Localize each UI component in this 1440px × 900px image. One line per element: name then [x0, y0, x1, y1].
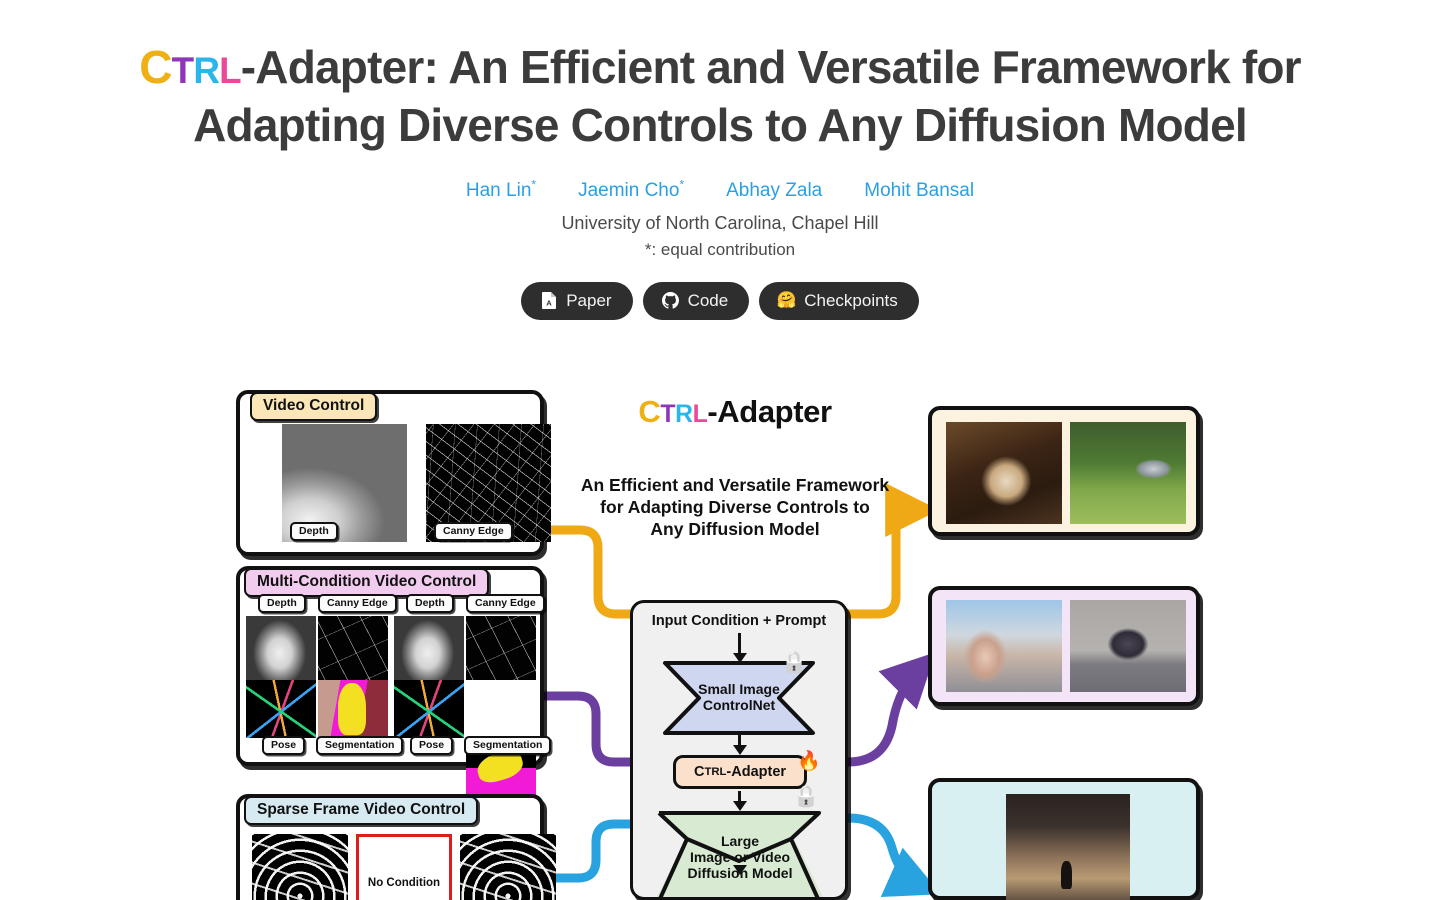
paper-button-label: Paper	[566, 291, 612, 311]
output-image-beach	[946, 600, 1062, 692]
output-image-cat	[946, 422, 1062, 524]
output-image-truck	[1070, 422, 1186, 524]
caption-multi-condition-video-control: Multi-Condition Video Control	[244, 568, 490, 597]
pdf-file-icon: A	[540, 291, 557, 310]
mc-g2-label-canny: Canny Edge	[466, 594, 545, 613]
github-icon	[661, 291, 679, 310]
output-panel-video-control	[928, 406, 1200, 536]
checkpoints-button[interactable]: 🤗 Checkpoints	[759, 282, 919, 321]
mc-g2-label-pose: Pose	[410, 736, 454, 755]
hugging-face-icon: 🤗	[776, 291, 797, 309]
label-depth: Depth	[290, 522, 338, 541]
pipeline-arrow-3	[733, 801, 747, 811]
tagline-line-3: Any Diffusion Model	[650, 519, 820, 539]
controlnet-label-line2: ControlNet	[702, 697, 776, 713]
lock-icon-controlnet: 🔒	[781, 651, 808, 674]
teaser-logo: CTRL-Adapter	[545, 394, 925, 430]
svg-text:A: A	[546, 299, 552, 308]
code-button-label: Code	[687, 291, 729, 311]
tagline-line-1: An Efficient and Versatile Framework	[580, 475, 890, 495]
adapter-label-trl: TRL	[704, 766, 727, 778]
output-image-wall	[1070, 600, 1186, 692]
mc-g2-label-segmentation: Segmentation	[464, 736, 552, 755]
link-button-row: A Paper Code 🤗 Checkpoints	[0, 282, 1440, 321]
teaser-logo-r: R	[675, 401, 693, 428]
pipeline-container: Input Condition + Prompt Small Image Con…	[630, 600, 848, 900]
pipeline-arrow-4	[733, 865, 747, 875]
mc-g1-pose-image	[246, 680, 316, 738]
mc-g1-label-segmentation: Segmentation	[316, 736, 404, 755]
controlnet-label-line1: Small Image	[698, 681, 780, 697]
no-condition-placeholder: No Condition	[356, 834, 452, 900]
panel-multi-condition-video-control: Depth Canny Edge Pose Segmentation Depth…	[236, 566, 552, 796]
paper-button[interactable]: A Paper	[521, 282, 633, 321]
equal-contribution-note: *: equal contribution	[644, 240, 796, 260]
logo-letter-t: T	[171, 50, 194, 91]
pipeline-arrow-2	[733, 745, 747, 755]
mc-g2-depth-image	[394, 616, 464, 680]
page-title: CTRL-Adapter: An Efficient and Versatile…	[130, 40, 1310, 152]
mc-g1-segmentation-image	[318, 680, 388, 738]
author-han-lin[interactable]: Han Lin*	[466, 178, 536, 201]
author-mohit-bansal[interactable]: Mohit Bansal	[864, 180, 974, 201]
mc-g2-label-depth: Depth	[406, 594, 454, 613]
title-line-1: -Adapter: An Efficient and Versatile Fra…	[240, 41, 1231, 93]
no-condition-label: No Condition	[367, 877, 441, 890]
code-button[interactable]: Code	[642, 282, 750, 321]
page-root: CTRL-Adapter: An Efficient and Versatile…	[0, 0, 1440, 900]
logo-letter-l: L	[219, 50, 241, 91]
output-image-museum-corridor	[1006, 794, 1130, 900]
teaser-logo-l: L	[692, 401, 708, 428]
diffusion-label-line1: Large	[720, 833, 760, 849]
output-panel-sparse-frame	[928, 778, 1200, 900]
mc-g1-label-canny: Canny Edge	[318, 594, 397, 613]
caption-video-control: Video Control	[250, 392, 378, 421]
teaser-logo-rest: -Adapter	[707, 394, 832, 429]
sparse-frame-image-1	[252, 834, 348, 900]
fire-icon-adapter: 🔥	[797, 751, 821, 772]
checkpoints-button-label: Checkpoints	[804, 291, 898, 311]
tagline-line-2: for Adapting Diverse Controls to	[600, 497, 870, 517]
pipeline-input-label: Input Condition + Prompt	[651, 613, 827, 629]
mc-g1-depth-image	[246, 616, 316, 680]
author-abhay-zala[interactable]: Abhay Zala	[726, 180, 822, 201]
adapter-label-rest: -Adapter	[726, 764, 787, 780]
adapter-label-c: C	[693, 764, 705, 780]
caption-sparse-frame-video-control: Sparse Frame Video Control	[244, 796, 479, 825]
logo-letter-c: C	[139, 41, 172, 93]
mc-g1-label-depth: Depth	[258, 594, 306, 613]
mc-g1-label-pose: Pose	[262, 736, 306, 755]
ctrl-adapter-block: C TRL -Adapter	[673, 755, 807, 789]
mc-g2-pose-image	[394, 680, 464, 738]
output-panel-multi-condition	[928, 586, 1200, 706]
teaser-tagline: An Efficient and Versatile Framework for…	[545, 474, 925, 540]
title-section: CTRL-Adapter: An Efficient and Versatile…	[0, 0, 1440, 152]
affiliation: University of North Carolina, Chapel Hil…	[561, 213, 879, 234]
teaser-logo-c: C	[638, 394, 661, 429]
teaser-figure: CTRL-Adapter An Efficient and Versatile …	[0, 378, 1440, 900]
author-list: Han Lin* Jaemin Cho* Abhay Zala Mohit Bansa…	[0, 178, 1440, 202]
lock-icon-diffusion: 🔒	[793, 785, 820, 808]
diffusion-label-line2: Image or Video	[689, 849, 791, 865]
mc-g1-canny-image	[318, 616, 388, 680]
author-jaemin-cho[interactable]: Jaemin Cho*	[578, 178, 684, 201]
teaser-logo-t: T	[660, 401, 676, 428]
sparse-frame-image-2	[460, 834, 556, 900]
diffusion-model-block: Large Image or Video Diffusion Model	[657, 811, 823, 897]
logo-letter-r: R	[193, 50, 220, 91]
mc-g2-canny-image	[466, 616, 536, 680]
label-canny-edge: Canny Edge	[434, 522, 513, 541]
